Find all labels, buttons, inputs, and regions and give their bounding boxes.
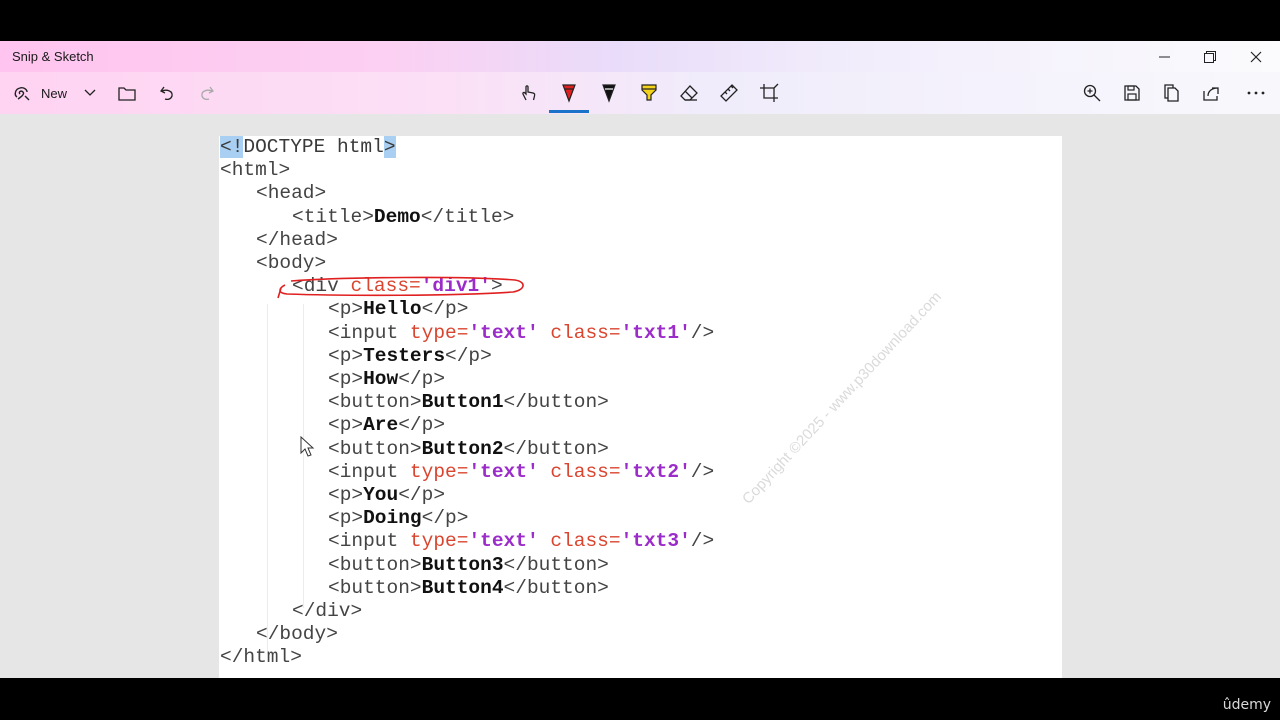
copy-icon	[1164, 84, 1179, 102]
pencil-icon	[602, 84, 616, 103]
code-line-input-txt1: <input type='text' class='txt1'/>	[328, 321, 715, 344]
app-title: Snip & Sketch	[12, 49, 94, 64]
active-tool-indicator	[549, 110, 589, 113]
touch-writing-button[interactable]	[516, 72, 542, 114]
ballpoint-pen-tool[interactable]	[556, 72, 582, 114]
code-line-head-close: </head>	[256, 228, 338, 251]
code-line-input-txt2: <input type='text' class='txt2'/>	[328, 460, 715, 483]
code-line-p-testers: <p>Testers</p>	[328, 344, 492, 367]
close-icon	[1250, 51, 1262, 62]
undo-button[interactable]	[154, 72, 180, 114]
pencil-tool[interactable]	[596, 72, 622, 114]
eraser-icon	[680, 85, 698, 101]
restore-icon	[1204, 50, 1216, 63]
code-line-p-how: <p>How</p>	[328, 368, 446, 390]
pen-annotation	[277, 276, 524, 299]
open-file-button[interactable]	[114, 72, 140, 114]
ruler-icon	[720, 84, 738, 102]
share-button[interactable]	[1199, 72, 1225, 114]
highlighter-icon	[641, 84, 657, 101]
close-button[interactable]	[1233, 41, 1279, 72]
minimize-icon	[1158, 56, 1170, 58]
redo-icon	[201, 86, 214, 101]
code-line-html-open: <html>	[220, 159, 291, 182]
crop-icon	[760, 83, 779, 102]
title-bar: Snip & Sketch	[0, 41, 1280, 72]
code-line-button1: <button>Button1</button>	[328, 391, 609, 414]
chevron-down-icon	[84, 89, 96, 96]
more-icon	[1247, 91, 1265, 95]
zoom-button[interactable]	[1079, 72, 1105, 114]
code-line-html-close: </html>	[220, 646, 302, 669]
code-line-button4: <button>Button4</button>	[328, 576, 609, 599]
new-label: New	[41, 85, 68, 101]
ruler-tool[interactable]	[716, 72, 742, 114]
save-icon	[1124, 85, 1140, 101]
new-button[interactable]: New	[12, 72, 74, 114]
code-line-input-txt3: <input type='text' class='txt3'/>	[328, 530, 715, 553]
code-line-title: <title>Demo</title>	[292, 205, 515, 228]
new-snip-icon	[14, 87, 30, 101]
code-line-body-open: <body>	[256, 252, 327, 274]
highlighter-tool[interactable]	[636, 72, 662, 114]
eraser-tool[interactable]	[676, 72, 702, 114]
minimize-button[interactable]	[1141, 41, 1187, 72]
watermark: Copyright ©2025 - www.p30download.com	[739, 288, 945, 508]
video-bottom-bar: ûdemy	[0, 678, 1280, 720]
more-button[interactable]	[1243, 72, 1269, 114]
save-button[interactable]	[1119, 72, 1145, 114]
share-icon	[1203, 87, 1219, 101]
code-line-p-you: <p>You</p>	[328, 484, 446, 506]
code-line-button2: <button>Button2</button>	[328, 437, 609, 460]
code-snippet: <!DOCTYPE html> <html> <head> <title>Dem…	[219, 136, 1062, 686]
code-line-head-open: <head>	[256, 182, 327, 205]
crop-tool[interactable]	[756, 72, 782, 114]
code-line-button3: <button>Button3</button>	[328, 553, 609, 576]
code-line-p-are: <p>Are</p>	[328, 414, 446, 437]
video-top-bar	[0, 0, 1280, 41]
undo-icon	[160, 86, 173, 101]
zoom-icon	[1083, 84, 1101, 102]
redo-button[interactable]	[194, 72, 220, 114]
ballpoint-pen-icon	[562, 84, 576, 103]
code-block: <!DOCTYPE html> <html> <head> <title>Dem…	[219, 136, 714, 716]
code-line-doctype: <!DOCTYPE html>	[220, 136, 396, 158]
code-line-body-close: </body>	[256, 623, 338, 646]
mouse-cursor-icon	[300, 436, 315, 457]
udemy-logo: ûdemy	[1222, 697, 1271, 713]
code-line-p-doing: <p>Doing</p>	[328, 507, 469, 530]
restore-button[interactable]	[1187, 41, 1233, 72]
folder-icon	[118, 87, 136, 101]
toolbar: New	[0, 72, 1280, 114]
copy-button[interactable]	[1159, 72, 1185, 114]
new-dropdown[interactable]	[80, 72, 100, 114]
snip-canvas[interactable]: <!DOCTYPE html> <html> <head> <title>Dem…	[0, 114, 1280, 686]
code-line-div-close: </div>	[292, 600, 363, 622]
touch-writing-icon	[522, 85, 536, 101]
snip-and-sketch-window: Snip & Sketch New <!DOCTYPE html> <html>…	[0, 41, 1280, 686]
